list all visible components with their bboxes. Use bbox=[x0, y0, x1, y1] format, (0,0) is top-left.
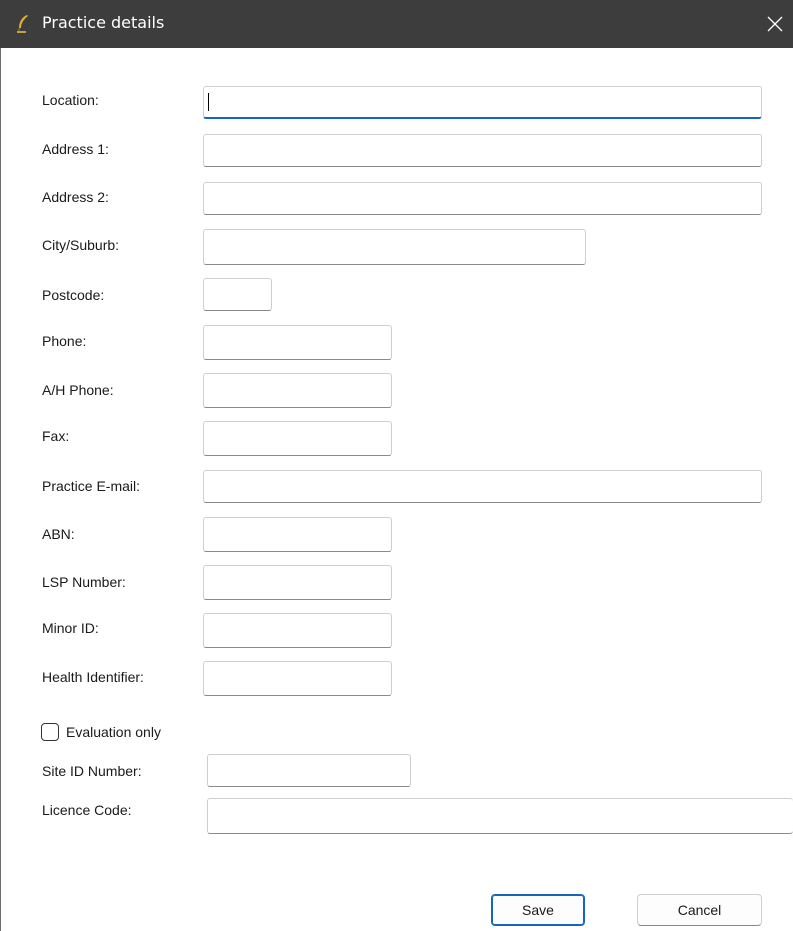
window-border bbox=[0, 48, 1, 931]
cancel-button[interactable]: Cancel bbox=[637, 894, 762, 926]
ah-phone-label: A/H Phone: bbox=[42, 382, 114, 398]
postcode-label: Postcode: bbox=[42, 287, 105, 303]
ah-phone-input[interactable] bbox=[203, 373, 392, 408]
licence-code-input[interactable] bbox=[207, 798, 793, 834]
fax-label: Fax: bbox=[42, 428, 70, 444]
email-input[interactable] bbox=[203, 470, 762, 503]
health-id-input[interactable] bbox=[203, 661, 392, 696]
evaluation-only-checkbox[interactable] bbox=[41, 723, 59, 741]
location-input[interactable] bbox=[203, 86, 762, 119]
phone-input[interactable] bbox=[203, 325, 392, 360]
abn-label: ABN: bbox=[42, 526, 75, 542]
close-button[interactable] bbox=[753, 0, 793, 48]
close-icon bbox=[767, 16, 783, 32]
save-button[interactable]: Save bbox=[491, 894, 585, 926]
address2-input[interactable] bbox=[203, 182, 762, 215]
site-id-input[interactable] bbox=[207, 754, 411, 787]
minor-id-label: Minor ID: bbox=[42, 620, 99, 636]
city-input[interactable] bbox=[203, 229, 586, 265]
city-label: City/Suburb: bbox=[42, 237, 120, 253]
app-quill-icon bbox=[14, 14, 32, 34]
email-label: Practice E-mail: bbox=[42, 478, 141, 494]
postcode-input[interactable] bbox=[203, 278, 272, 311]
title-bar: Practice details bbox=[0, 0, 793, 48]
lsp-label: LSP Number: bbox=[42, 574, 126, 590]
fax-input[interactable] bbox=[203, 421, 392, 456]
site-id-label: Site ID Number: bbox=[42, 763, 142, 779]
minor-id-input[interactable] bbox=[203, 613, 392, 648]
licence-code-label: Licence Code: bbox=[42, 802, 132, 818]
address2-label: Address 2: bbox=[42, 189, 109, 205]
lsp-input[interactable] bbox=[203, 565, 392, 600]
address1-label: Address 1: bbox=[42, 141, 109, 157]
location-label: Location: bbox=[42, 92, 99, 108]
phone-label: Phone: bbox=[42, 333, 87, 349]
text-caret bbox=[208, 93, 209, 111]
evaluation-only-label[interactable]: Evaluation only bbox=[66, 723, 161, 741]
abn-input[interactable] bbox=[203, 517, 392, 552]
dialog-body: Location: Address 1: Address 2: City/Sub… bbox=[0, 48, 793, 931]
address1-input[interactable] bbox=[203, 134, 762, 167]
health-id-label: Health Identifier: bbox=[42, 669, 144, 685]
window-title: Practice details bbox=[42, 13, 165, 32]
